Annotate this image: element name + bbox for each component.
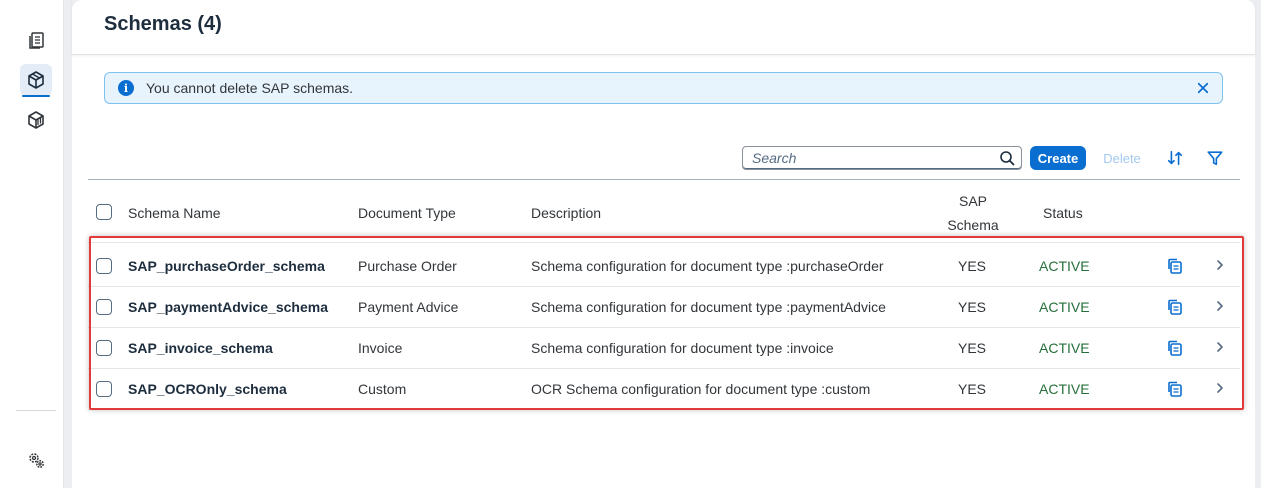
sap-schema-value: YES xyxy=(958,258,987,274)
schema-name: SAP_purchaseOrder_schema xyxy=(128,258,325,274)
row-checkbox[interactable] xyxy=(96,340,112,356)
table-row[interactable]: SAP_OCROnly_schema Custom OCR Schema con… xyxy=(88,369,1240,410)
filter-icon xyxy=(1207,151,1223,166)
nav-documents[interactable] xyxy=(20,24,52,56)
chevron-right-icon[interactable] xyxy=(1214,341,1226,353)
close-icon xyxy=(1197,82,1209,94)
close-message-button[interactable] xyxy=(1194,79,1212,97)
sidebar-divider xyxy=(16,410,56,411)
copy-icon[interactable] xyxy=(1166,298,1184,316)
create-button[interactable]: Create xyxy=(1030,146,1086,170)
sap-schema-value: YES xyxy=(958,381,987,397)
copy-icon[interactable] xyxy=(1166,339,1184,357)
row-checkbox[interactable] xyxy=(96,299,112,315)
table-row[interactable]: SAP_invoice_schema Invoice Schema config… xyxy=(88,328,1240,369)
nav-settings[interactable] xyxy=(20,444,52,476)
gears-icon xyxy=(29,453,44,468)
sort-icon xyxy=(1167,150,1183,166)
document-type: Invoice xyxy=(358,340,403,356)
package-icon xyxy=(28,111,44,129)
sap-schema-value: YES xyxy=(958,340,987,356)
schema-name: SAP_invoice_schema xyxy=(128,340,273,356)
document-type: Custom xyxy=(358,381,407,397)
info-message-strip: i You cannot delete SAP schemas. xyxy=(104,72,1223,104)
copy-icon[interactable] xyxy=(1166,380,1184,398)
column-status[interactable]: Status xyxy=(1043,205,1083,221)
table-header: Schema Name Document Type Description SA… xyxy=(88,180,1240,243)
status-value: ACTIVE xyxy=(1039,340,1090,356)
copy-icon[interactable] xyxy=(1166,257,1184,275)
column-description[interactable]: Description xyxy=(531,205,601,221)
description: Schema configuration for document type :… xyxy=(531,340,834,356)
status-value: ACTIVE xyxy=(1039,258,1090,274)
sap-schema-value: YES xyxy=(958,299,987,315)
filter-button[interactable] xyxy=(1205,148,1225,168)
chevron-right-icon[interactable] xyxy=(1214,382,1226,394)
table-row[interactable]: SAP_paymentAdvice_schema Payment Advice … xyxy=(88,287,1240,328)
cube-icon xyxy=(28,71,44,89)
info-icon: i xyxy=(118,80,134,96)
column-sap-line1[interactable]: SAP xyxy=(958,193,988,209)
search-field[interactable] xyxy=(742,146,1022,170)
nav-schemas[interactable] xyxy=(20,64,52,97)
document-type: Purchase Order xyxy=(358,258,457,274)
page-header: Schemas (4) xyxy=(72,0,1255,55)
table-row[interactable]: SAP_purchaseOrder_schema Purchase Order … xyxy=(88,246,1240,287)
description: Schema configuration for document type :… xyxy=(531,299,886,315)
schema-name: SAP_paymentAdvice_schema xyxy=(128,299,328,315)
page-title: Schemas (4) xyxy=(104,13,222,35)
sort-button[interactable] xyxy=(1165,148,1185,168)
nav-templates[interactable] xyxy=(20,104,52,136)
search-icon[interactable] xyxy=(999,150,1015,166)
schema-name: SAP_OCROnly_schema xyxy=(128,381,287,397)
row-checkbox[interactable] xyxy=(96,381,112,397)
column-schema-name[interactable]: Schema Name xyxy=(128,205,221,221)
search-input[interactable] xyxy=(752,150,992,166)
side-navigation xyxy=(0,0,64,488)
description: Schema configuration for document type :… xyxy=(531,258,884,274)
status-value: ACTIVE xyxy=(1039,299,1090,315)
select-all-checkbox[interactable] xyxy=(96,204,112,220)
documents-icon xyxy=(29,32,44,49)
description: OCR Schema configuration for document ty… xyxy=(531,381,871,397)
main-panel: Schemas (4) i You cannot delete SAP sche… xyxy=(72,0,1255,488)
chevron-right-icon[interactable] xyxy=(1214,300,1226,312)
chevron-right-icon[interactable] xyxy=(1214,259,1226,271)
column-sap-line2[interactable]: Schema xyxy=(946,217,1000,233)
column-document-type[interactable]: Document Type xyxy=(358,205,456,221)
message-text: You cannot delete SAP schemas. xyxy=(146,80,354,96)
status-value: ACTIVE xyxy=(1039,381,1090,397)
delete-button[interactable]: Delete xyxy=(1096,146,1148,170)
document-type: Payment Advice xyxy=(358,299,459,315)
row-checkbox[interactable] xyxy=(96,258,112,274)
